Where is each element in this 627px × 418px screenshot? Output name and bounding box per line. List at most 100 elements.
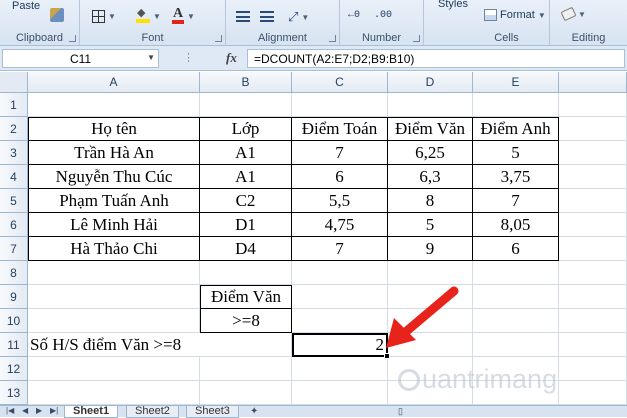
table-data-cell[interactable]: Lê Minh Hải [28, 213, 200, 237]
number-launcher-icon[interactable] [413, 35, 420, 42]
table-data-cell[interactable]: 7 [473, 189, 559, 213]
increase-decimal-button[interactable]: ←0 [348, 10, 360, 21]
orientation-button[interactable]: ⤢ ▼ [288, 9, 309, 25]
criteria-value-cell[interactable]: >=8 [200, 309, 292, 333]
table-data-cell[interactable]: D4 [200, 237, 292, 261]
table-data-cell[interactable]: 8 [388, 189, 473, 213]
cell[interactable] [559, 117, 627, 141]
criteria-header-cell[interactable]: Điểm Văn [200, 285, 292, 309]
cell[interactable] [559, 237, 627, 261]
cell[interactable] [292, 261, 388, 285]
chevron-down-icon[interactable]: ▼ [147, 53, 155, 62]
insert-sheet-icon[interactable]: ✦ [250, 406, 258, 417]
cell[interactable] [559, 357, 627, 381]
horizontal-scrollbar-grip-icon[interactable]: ▯ [398, 406, 403, 417]
name-box[interactable]: C11 ▼ [2, 49, 159, 68]
fill-color-button[interactable]: ▼ [136, 6, 161, 23]
table-data-cell[interactable]: 5,5 [292, 189, 388, 213]
first-sheet-icon[interactable]: |◀ [6, 406, 14, 415]
cell[interactable] [28, 261, 200, 285]
formula-input[interactable]: =DCOUNT(A2:E7;D2;B9:B10) [247, 49, 625, 68]
clear-button[interactable]: ▼ [560, 6, 586, 22]
column-header-a[interactable]: A [28, 72, 200, 93]
alignment-launcher-icon[interactable] [329, 35, 336, 42]
row-header-6[interactable]: 6 [0, 213, 28, 237]
column-header-f[interactable] [559, 72, 627, 93]
table-data-cell[interactable]: 6,25 [388, 141, 473, 165]
cell[interactable] [28, 357, 200, 381]
row-header-5[interactable]: 5 [0, 189, 28, 213]
table-data-cell[interactable]: Phạm Tuấn Anh [28, 189, 200, 213]
row-header-11[interactable]: 11 [0, 333, 28, 357]
row-header-1[interactable]: 1 [0, 93, 28, 117]
cell[interactable] [200, 381, 292, 405]
cell[interactable] [200, 261, 292, 285]
format-painter-button[interactable] [50, 8, 64, 22]
select-all-button[interactable] [0, 72, 28, 93]
cell[interactable] [28, 93, 200, 117]
table-data-cell[interactable]: Hà Thảo Chi [28, 237, 200, 261]
last-sheet-icon[interactable]: ▶| [50, 406, 58, 415]
cell[interactable] [292, 357, 388, 381]
table-data-cell[interactable]: 6,3 [388, 165, 473, 189]
cell[interactable] [292, 309, 388, 333]
cell[interactable] [473, 93, 559, 117]
cell[interactable] [200, 333, 292, 357]
row-header-4[interactable]: 4 [0, 165, 28, 189]
next-sheet-icon[interactable]: ▶ [36, 406, 42, 415]
result-cell-c11[interactable]: 2 [292, 333, 388, 357]
cell[interactable] [200, 93, 292, 117]
table-header-cell[interactable]: Điểm Anh [473, 117, 559, 141]
table-data-cell[interactable]: Trần Hà An [28, 141, 200, 165]
cell[interactable] [559, 381, 627, 405]
result-label-cell[interactable]: Số H/S điểm Văn >=8 [28, 333, 200, 357]
formula-bar-grip-icon[interactable]: ⋮ [183, 51, 194, 64]
column-header-e[interactable]: E [473, 72, 559, 93]
cell[interactable] [559, 333, 627, 357]
decrease-decimal-button[interactable]: .00 [374, 10, 392, 21]
table-header-cell[interactable]: Họ tên [28, 117, 200, 141]
table-header-cell[interactable]: Lớp [200, 117, 292, 141]
table-header-cell[interactable]: Điểm Toán [292, 117, 388, 141]
cell[interactable] [473, 285, 559, 309]
table-data-cell[interactable]: 4,75 [292, 213, 388, 237]
cell[interactable] [28, 309, 200, 333]
spreadsheet-grid[interactable]: A B C D E 1 2 3 4 5 6 7 8 9 10 11 12 13 Họ tên Lớp Điểm Toán… [0, 72, 627, 405]
row-header-12[interactable]: 12 [0, 357, 28, 381]
cell[interactable] [292, 93, 388, 117]
format-button[interactable]: Format ▼ [484, 9, 546, 21]
tab-sheet3[interactable]: Sheet3 [186, 406, 239, 418]
fill-handle[interactable] [384, 353, 390, 359]
cell[interactable] [292, 285, 388, 309]
cell[interactable] [473, 309, 559, 333]
increase-indent-button[interactable] [260, 11, 274, 22]
borders-button[interactable]: ▼ [92, 10, 116, 23]
table-data-cell[interactable]: 5 [473, 141, 559, 165]
row-header-9[interactable]: 9 [0, 285, 28, 309]
font-launcher-icon[interactable] [215, 35, 222, 42]
cell[interactable] [473, 261, 559, 285]
paste-button[interactable]: Paste [12, 0, 40, 12]
tab-sheet1[interactable]: Sheet1 [64, 406, 119, 418]
table-data-cell[interactable]: A1 [200, 165, 292, 189]
table-header-cell[interactable]: Điểm Văn [388, 117, 473, 141]
table-data-cell[interactable]: A1 [200, 141, 292, 165]
styles-button[interactable]: Styles [438, 0, 468, 10]
cell[interactable] [28, 381, 200, 405]
table-data-cell[interactable]: 8,05 [473, 213, 559, 237]
column-header-d[interactable]: D [388, 72, 473, 93]
cell[interactable] [559, 141, 627, 165]
table-data-cell[interactable]: Nguyễn Thu Cúc [28, 165, 200, 189]
cell[interactable] [28, 285, 200, 309]
row-header-13[interactable]: 13 [0, 381, 28, 405]
row-header-3[interactable]: 3 [0, 141, 28, 165]
cell[interactable] [559, 213, 627, 237]
insert-function-button[interactable]: fx [226, 50, 237, 66]
font-color-button[interactable]: A ▼ [172, 7, 195, 24]
cell[interactable] [559, 189, 627, 213]
clipboard-launcher-icon[interactable] [69, 35, 76, 42]
table-data-cell[interactable]: 9 [388, 237, 473, 261]
cell[interactable] [200, 357, 292, 381]
row-header-8[interactable]: 8 [0, 261, 28, 285]
column-header-c[interactable]: C [292, 72, 388, 93]
